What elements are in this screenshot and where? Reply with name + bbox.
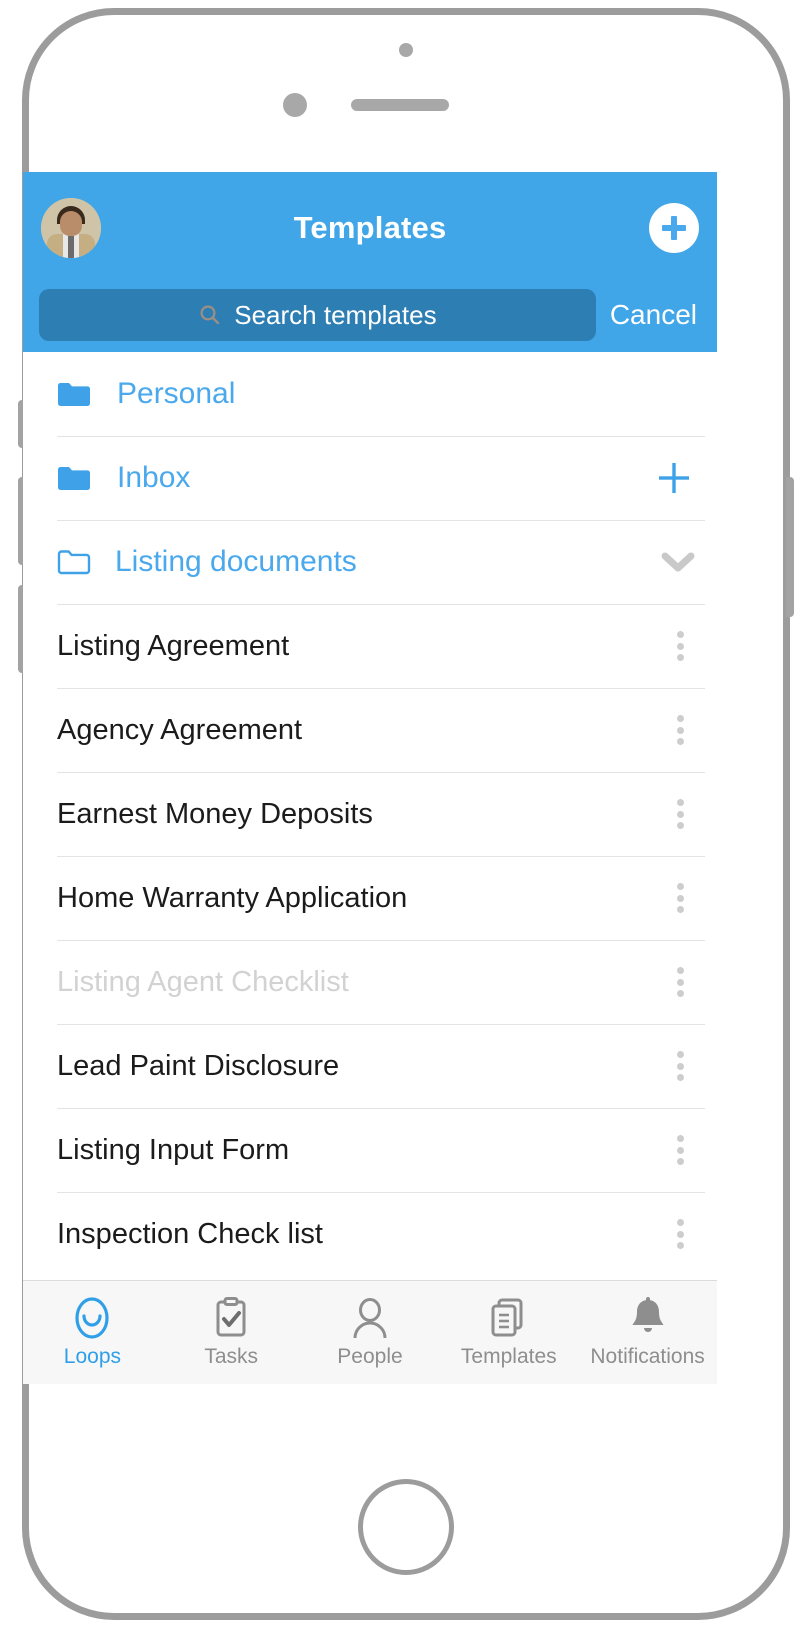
template-row[interactable]: Listing Agreement [23, 604, 717, 688]
folder-row-personal[interactable]: Personal [23, 352, 717, 436]
loops-icon [71, 1296, 113, 1340]
tab-notifications[interactable]: Notifications [578, 1281, 717, 1384]
folder-label: Inbox [117, 461, 191, 494]
folder-filled-icon [58, 467, 90, 490]
template-row[interactable]: Agency Agreement [23, 688, 717, 772]
person-icon [349, 1296, 391, 1340]
documents-copy-icon [488, 1296, 530, 1340]
earpiece-speaker [351, 99, 449, 111]
template-label: Listing Agreement [57, 629, 290, 662]
template-label: Earnest Money Deposits [57, 797, 373, 830]
plus-circle-icon [662, 216, 686, 240]
folder-row-listing-documents[interactable]: Listing documents [23, 520, 717, 604]
home-button[interactable] [358, 1479, 454, 1575]
tab-label: Templates [460, 1345, 557, 1368]
bell-icon [627, 1296, 669, 1340]
kebab-menu-icon[interactable] [665, 711, 695, 749]
chevron-down-icon[interactable] [661, 551, 695, 573]
folder-filled-icon [58, 383, 90, 406]
template-label: Home Warranty Application [57, 881, 408, 914]
kebab-menu-icon[interactable] [665, 795, 695, 833]
tab-loops[interactable]: Loops [23, 1281, 162, 1384]
kebab-menu-icon[interactable] [665, 1047, 695, 1085]
template-label: Lead Paint Disclosure [57, 1049, 340, 1082]
kebab-menu-icon[interactable] [665, 879, 695, 917]
tab-people[interactable]: People [301, 1281, 440, 1384]
search-placeholder: Search templates [234, 299, 437, 330]
avatar[interactable] [41, 198, 101, 258]
tab-label: Notifications [590, 1345, 705, 1368]
template-row[interactable]: Listing Agent Checklist [23, 940, 717, 1024]
search-row: Search templates Cancel [23, 284, 717, 346]
template-row[interactable]: Inspection Check list [23, 1192, 717, 1276]
cancel-search-button[interactable]: Cancel [610, 299, 701, 331]
template-row[interactable]: Earnest Money Deposits [23, 772, 717, 856]
kebab-menu-icon[interactable] [665, 1131, 695, 1169]
template-row[interactable]: Listing Input Form [23, 1108, 717, 1192]
tab-label: Loops [63, 1345, 121, 1368]
power-button[interactable] [786, 477, 794, 617]
tab-label: Tasks [204, 1345, 259, 1368]
tab-templates[interactable]: Templates [439, 1281, 578, 1384]
tab-label: People [337, 1345, 403, 1368]
folder-outline-icon [57, 550, 91, 575]
front-camera-dot [283, 93, 307, 117]
navigation-header: Templates Search templates Cancel [23, 172, 717, 352]
page-title: Templates [293, 210, 447, 245]
template-list: Personal Inbox Listing documents Listing… [23, 352, 717, 1276]
folder-label: Listing documents [115, 545, 357, 578]
template-row[interactable]: Lead Paint Disclosure [23, 1024, 717, 1108]
kebab-menu-icon[interactable] [665, 963, 695, 1001]
clipboard-check-icon [211, 1296, 251, 1340]
nav-top-row: Templates [23, 172, 717, 284]
search-input[interactable]: Search templates [39, 289, 596, 341]
add-template-button[interactable] [649, 203, 699, 253]
add-to-folder-button[interactable] [653, 457, 695, 499]
app-screen: Templates Search templates Cancel Person… [23, 172, 717, 1384]
template-label: Agency Agreement [57, 713, 303, 746]
folder-row-inbox[interactable]: Inbox [23, 436, 717, 520]
kebab-menu-icon[interactable] [665, 1215, 695, 1253]
search-icon [200, 305, 220, 325]
template-row[interactable]: Home Warranty Application [23, 856, 717, 940]
proximity-sensor-dot [399, 43, 413, 57]
tab-bar: Loops Tasks People Templates Notificatio… [23, 1280, 717, 1384]
template-label: Inspection Check list [57, 1217, 323, 1250]
kebab-menu-icon[interactable] [665, 627, 695, 665]
template-label: Listing Input Form [57, 1133, 290, 1166]
folder-label: Personal [117, 377, 236, 410]
template-label: Listing Agent Checklist [57, 965, 349, 998]
tab-tasks[interactable]: Tasks [162, 1281, 301, 1384]
